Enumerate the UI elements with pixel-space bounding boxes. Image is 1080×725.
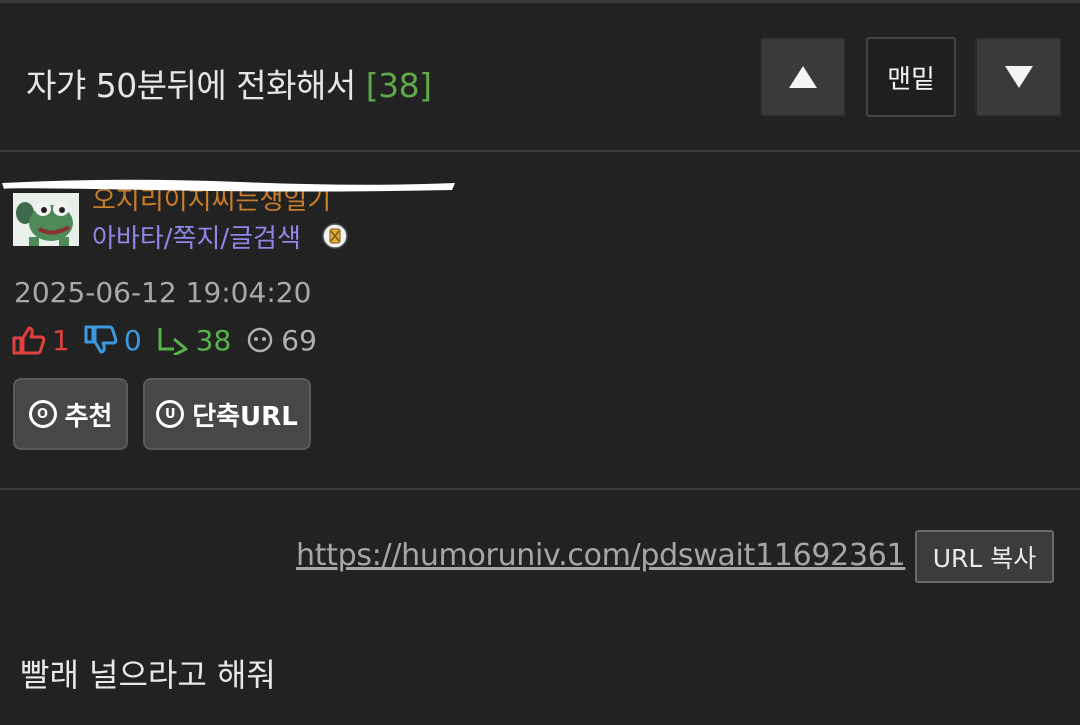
post-title: 자갸 50분뒤에 전화해서 [38] [26, 59, 432, 107]
view-stat: 69 [245, 324, 317, 357]
short-url-label: 단축URL [192, 401, 298, 432]
scroll-bottom-button[interactable]: 맨밑 [866, 37, 956, 117]
like-count: 1 [52, 323, 70, 357]
short-url-link[interactable]: https://humoruniv.com/pdswait11692361 [296, 538, 906, 573]
triangle-up-icon [789, 66, 817, 88]
post-title-text: 자갸 50분뒤에 전화해서 [26, 66, 356, 105]
thumbs-down-icon [84, 325, 118, 354]
view-count: 69 [281, 323, 317, 357]
dislike-stat: 0 [84, 324, 142, 357]
like-stat: 1 [12, 324, 70, 357]
post-datetime: 2025-06-12 19:04:20 [14, 276, 312, 309]
url-copy-button[interactable]: URL 복사 [915, 530, 1054, 583]
comment-stat: 38 [156, 323, 232, 357]
post-header: 자갸 50분뒤에 전화해서 [38] 맨밑 [0, 3, 1080, 150]
post-content: 빨래 널으라고 해줘 [20, 656, 276, 694]
thumbs-up-icon [12, 326, 46, 355]
comment-stat-count: 38 [195, 323, 232, 357]
recommend-icon: O [28, 400, 57, 428]
triangle-down-icon [1004, 66, 1033, 88]
reply-arrow-icon [158, 328, 188, 355]
short-url-button[interactable]: U 단축URL [143, 378, 311, 450]
avatar[interactable] [13, 193, 79, 246]
header-divider [0, 150, 1080, 152]
frog-avatar-icon [13, 193, 79, 246]
dislike-count: 0 [123, 323, 142, 357]
author-links[interactable]: 아바타/쪽지/글검색 [92, 218, 301, 255]
member-badge-icon [322, 223, 348, 249]
redaction-scribble [2, 179, 455, 192]
eyes-face-icon [248, 327, 273, 353]
comment-count[interactable]: [38] [366, 66, 432, 105]
recommend-button[interactable]: O 추천 [13, 378, 128, 450]
post-stats: 1 0 38 69 [12, 320, 331, 360]
recommend-label: 추천 [64, 401, 113, 432]
short-url-icon: U [156, 400, 185, 428]
scroll-top-button[interactable] [760, 37, 846, 117]
scroll-down-button[interactable] [975, 37, 1062, 117]
content-divider [0, 488, 1080, 490]
